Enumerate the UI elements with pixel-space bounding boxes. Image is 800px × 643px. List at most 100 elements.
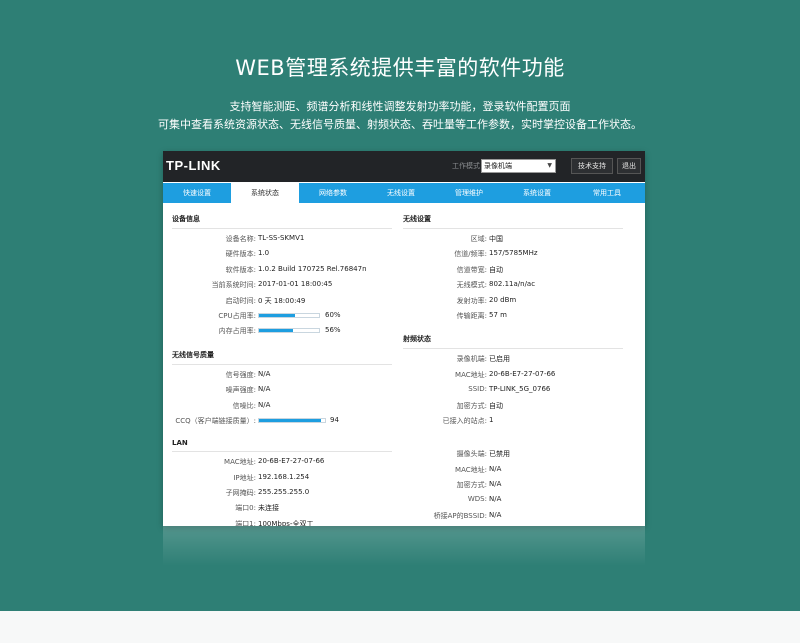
signal-quality-label: 信号强度:: [225, 370, 256, 379]
device-info-value: 0 天 18:00:49: [258, 296, 306, 305]
wireless-settings-row: 信道/频率: 157/5785MHz: [403, 249, 633, 264]
lan-row: IP地址: 192.168.1.254: [172, 473, 402, 488]
lan-value: 255.255.255.0: [258, 488, 310, 497]
device-info-row: 硬件版本: 1.0: [172, 249, 402, 264]
rf-camera-value: N/A: [489, 464, 502, 473]
signal-quality-title: 无线信号质量: [172, 350, 392, 365]
device-info-label: 启动时间:: [225, 296, 256, 305]
lan-label: MAC地址:: [224, 458, 256, 467]
rf-camera-label: WDS:: [467, 495, 487, 504]
rf-camera-value: N/A: [489, 495, 502, 504]
wireless-settings-label: 传输距离:: [456, 311, 487, 320]
signal-quality-row: 信噪比: N/A: [172, 401, 402, 416]
device-info-label: 硬件版本:: [225, 250, 256, 259]
rf-status-row: 加密方式: 自动: [403, 401, 633, 416]
rf-camera-label: 摄像头端:: [456, 450, 487, 459]
wireless-settings-label: 区域:: [470, 235, 487, 243]
work-mode-select[interactable]: 录像机端 ▼: [481, 159, 556, 173]
rf-camera-label: MAC地址:: [455, 465, 487, 474]
wireless-settings-value: 157/5785MHz: [489, 249, 538, 258]
rf-camera-value: N/A: [489, 510, 502, 519]
wireless-settings-row: 信道带宽: 自动: [403, 265, 633, 280]
rf-camera-row: MAC地址: N/A: [403, 465, 633, 480]
lan-title: LAN: [172, 439, 392, 453]
rf-status-value: 20-6B-E7-27-07-66: [489, 369, 556, 378]
device-info-label: 当前系统时间:: [211, 281, 256, 290]
work-mode-label: 工作模式: [452, 162, 480, 170]
device-info-value: TL-SS-SKMV1: [258, 234, 305, 242]
hero-subtitle: 支持智能测距、频谱分析和线性调整发射功率功能，登录软件配置页面 可集中查看系统资…: [0, 98, 800, 134]
wireless-settings-row: 传输距离: 57 m: [403, 311, 633, 326]
lan-row: 端口1: 100Mbps-全双工: [172, 519, 402, 526]
cpu-usage-label: CPU占用率:: [218, 311, 256, 320]
rf-camera-value: 已禁用: [489, 450, 510, 459]
tab-system-settings[interactable]: 系统设置: [503, 183, 571, 203]
wireless-settings-label: 发射功率:: [456, 296, 487, 305]
right-column: 无线设置 区域: 中国 信道/频率: 157/5785MHz 信道带宽: 自动 无线模式: 8…: [403, 214, 633, 526]
device-info-row: 设备名称: TL-SS-SKMV1: [172, 234, 402, 249]
rf-camera-label: 桥接AP的BSSID:: [433, 511, 487, 520]
main-tabs: 快速设置 系统状态 网络参数 无线设置 管理维护 系统设置 常用工具: [163, 183, 645, 203]
work-mode-value: 录像机端: [484, 162, 512, 170]
device-info-value: 2017-01-01 18:00:45: [258, 280, 333, 289]
lan-value: 未连接: [258, 504, 279, 513]
tab-network[interactable]: 网络参数: [299, 183, 367, 203]
tab-maintenance[interactable]: 管理维护: [435, 183, 503, 203]
ccq-row: CCQ（客户端链接质量）: 94: [172, 416, 402, 431]
wireless-settings-label: 信道带宽:: [456, 265, 487, 274]
rf-camera-row: WDS: N/A: [403, 495, 633, 510]
device-info-value: 1.0: [258, 249, 270, 258]
wireless-settings-value: 57 m: [489, 310, 507, 319]
lan-row: 端口0: 未连接: [172, 503, 402, 518]
ccq-fill: [259, 418, 322, 422]
hero-subtitle-line-2: 可集中查看系统资源状态、无线信号质量、射频状态、吞吐量等工作参数，实时掌控设备工…: [158, 118, 642, 131]
lan-value: 20-6B-E7-27-07-66: [258, 457, 325, 466]
rf-status-row: MAC地址: 20-6B-E7-27-07-66: [403, 370, 633, 385]
signal-quality-value: N/A: [258, 369, 271, 378]
chevron-down-icon: ▼: [547, 162, 552, 169]
wireless-settings-label: 信道/频率:: [454, 250, 487, 259]
rf-status-row: 录像机端: 已启用: [403, 354, 633, 369]
device-info-value: 1.0.2 Build 170725 Rel.76847n: [258, 264, 367, 273]
rf-camera-row: 加密方式: N/A: [403, 480, 633, 495]
signal-quality-value: N/A: [258, 385, 271, 394]
rf-camera-value: N/A: [489, 480, 502, 489]
rf-camera-label: 加密方式:: [456, 481, 487, 490]
lan-label: IP地址:: [233, 473, 256, 482]
wireless-settings-row: 发射功率: 20 dBm: [403, 296, 633, 311]
lan-label: 端口0:: [235, 504, 256, 513]
rf-status-value: TP-LINK_5G_0766: [489, 385, 551, 394]
cpu-usage-fill: [259, 313, 295, 317]
signal-quality-label: 噪声强度:: [225, 386, 256, 395]
hero-subtitle-line-1: 支持智能测距、频谱分析和线性调整发射功率功能，登录软件配置页面: [229, 100, 571, 113]
tab-quick-setup[interactable]: 快速设置: [163, 183, 231, 203]
wireless-settings-value: 802.11a/n/ac: [489, 280, 536, 289]
wireless-settings-row: 区域: 中国: [403, 234, 633, 249]
rf-camera-row: 桥接AP的BSSID: N/A: [403, 511, 633, 526]
rf-status-label: MAC地址:: [455, 370, 487, 379]
rf-status-label: 加密方式:: [456, 401, 487, 410]
device-info-label: 软件版本:: [225, 265, 256, 274]
rf-status-title: 射频状态: [403, 334, 623, 350]
signal-quality-row: 噪声强度: N/A: [172, 385, 402, 400]
signal-quality-row: 信号强度: N/A: [172, 370, 402, 385]
device-info-row: 当前系统时间: 2017-01-01 18:00:45: [172, 280, 402, 295]
ccq-value: 94: [330, 415, 339, 424]
tab-system-status[interactable]: 系统状态: [231, 183, 299, 203]
lan-row: MAC地址: 20-6B-E7-27-07-66: [172, 457, 402, 472]
device-info-title: 设备信息: [172, 214, 392, 229]
tab-wireless[interactable]: 无线设置: [367, 183, 435, 203]
wireless-settings-row: 无线模式: 802.11a/n/ac: [403, 280, 633, 295]
lan-label: 端口1:: [235, 519, 256, 526]
tab-tools[interactable]: 常用工具: [573, 183, 641, 203]
ccq-label: CCQ（客户端链接质量）:: [175, 416, 256, 425]
cpu-usage-bar: [258, 312, 320, 318]
lan-row: 子网掩码: 255.255.255.0: [172, 488, 402, 503]
tech-support-button[interactable]: 技术支持: [571, 158, 613, 174]
logout-button[interactable]: 退出: [617, 158, 641, 174]
rf-status-label: 已接入的站点:: [442, 416, 487, 425]
rf-status-row: SSID: TP-LINK_5G_0766: [403, 385, 633, 400]
signal-quality-value: N/A: [258, 400, 271, 409]
cpu-usage-row: CPU占用率: 60%: [172, 311, 402, 326]
lan-value: 192.168.1.254: [258, 472, 310, 481]
